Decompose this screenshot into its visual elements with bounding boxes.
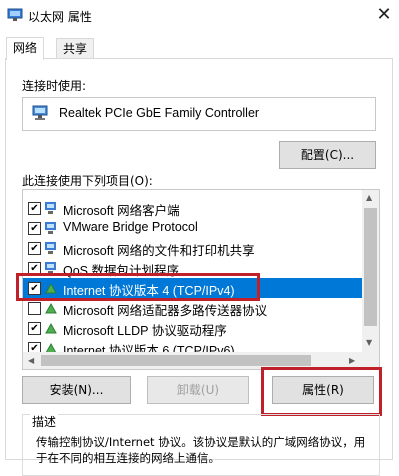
properties-highlight-box <box>261 367 382 416</box>
close-button[interactable]: ✕ <box>371 3 397 27</box>
title-bar: 以太网 属性 ✕ <box>0 0 399 32</box>
tab-sharing[interactable]: 共享 <box>56 38 95 59</box>
list-item[interactable]: ✔ Microsoft 网络的文件和打印机共享 <box>23 238 363 258</box>
adapter-name: Realtek PCIe GbE Family Controller <box>59 106 260 120</box>
scroll-down-icon[interactable]: ▼ <box>366 338 372 347</box>
scroll-left-icon[interactable]: ◀ <box>28 356 34 365</box>
list-item-label: Microsoft LLDP 协议驱动程序 <box>63 324 227 338</box>
ipv4-highlight-box <box>16 273 260 301</box>
connect-using-label: 连接时使用: <box>22 79 87 93</box>
network-adapter-icon <box>32 105 48 120</box>
tab-sharing-label: 共享 <box>63 42 88 56</box>
network-client-icon <box>45 202 56 214</box>
scroll-thumb[interactable] <box>41 355 311 366</box>
checkbox[interactable] <box>28 302 41 315</box>
scroll-thumb[interactable] <box>364 208 377 326</box>
tab-network-label: 网络 <box>13 41 38 55</box>
items-label: 此连接使用下列项目(O): <box>22 174 153 188</box>
list-item-label: VMware Bridge Protocol <box>63 220 198 234</box>
protocol-icon <box>45 322 57 334</box>
network-protocol-icon <box>45 222 56 234</box>
description-text-2: 于在不同的相互连接的网络上通信。 <box>36 451 220 465</box>
list-item-label: Microsoft 网络适配器多路传送器协议 <box>63 304 268 318</box>
list-item[interactable]: ✔ Microsoft LLDP 协议驱动程序 <box>23 318 363 338</box>
vertical-scrollbar[interactable]: ▲ ▼ <box>362 190 379 352</box>
checkbox[interactable]: ✔ <box>28 322 41 335</box>
tab-network[interactable]: 网络 <box>6 37 45 60</box>
uninstall-button[interactable]: 卸载(U) <box>147 376 249 404</box>
checkbox[interactable]: ✔ <box>28 202 41 215</box>
network-adapter-icon <box>7 8 23 21</box>
description-label: 描述 <box>30 413 59 430</box>
list-item-label: Microsoft 网络客户端 <box>63 204 180 218</box>
list-item[interactable]: ✔ VMware Bridge Protocol <box>23 218 363 238</box>
description-text: 传输控制协议/Internet 协议。该协议是默认的广域网络协议，用 <box>36 435 366 449</box>
protocol-icon <box>45 302 57 314</box>
adapter-field: Realtek PCIe GbE Family Controller <box>22 97 376 131</box>
checkbox[interactable]: ✔ <box>28 222 41 235</box>
list-item-label: Microsoft 网络的文件和打印机共享 <box>63 244 255 258</box>
list-item[interactable]: ✔ Microsoft 网络客户端 <box>23 198 363 218</box>
scroll-up-icon[interactable]: ▲ <box>366 193 372 202</box>
configure-button[interactable]: 配置(C)... <box>279 141 376 169</box>
scroll-right-icon[interactable]: ▶ <box>349 356 355 365</box>
install-button[interactable]: 安装(N)... <box>22 376 131 404</box>
checkbox[interactable]: ✔ <box>28 242 41 255</box>
list-item[interactable]: Microsoft 网络适配器多路传送器协议 <box>23 298 363 318</box>
network-share-icon <box>45 242 56 254</box>
window-title: 以太网 属性 <box>28 10 92 24</box>
